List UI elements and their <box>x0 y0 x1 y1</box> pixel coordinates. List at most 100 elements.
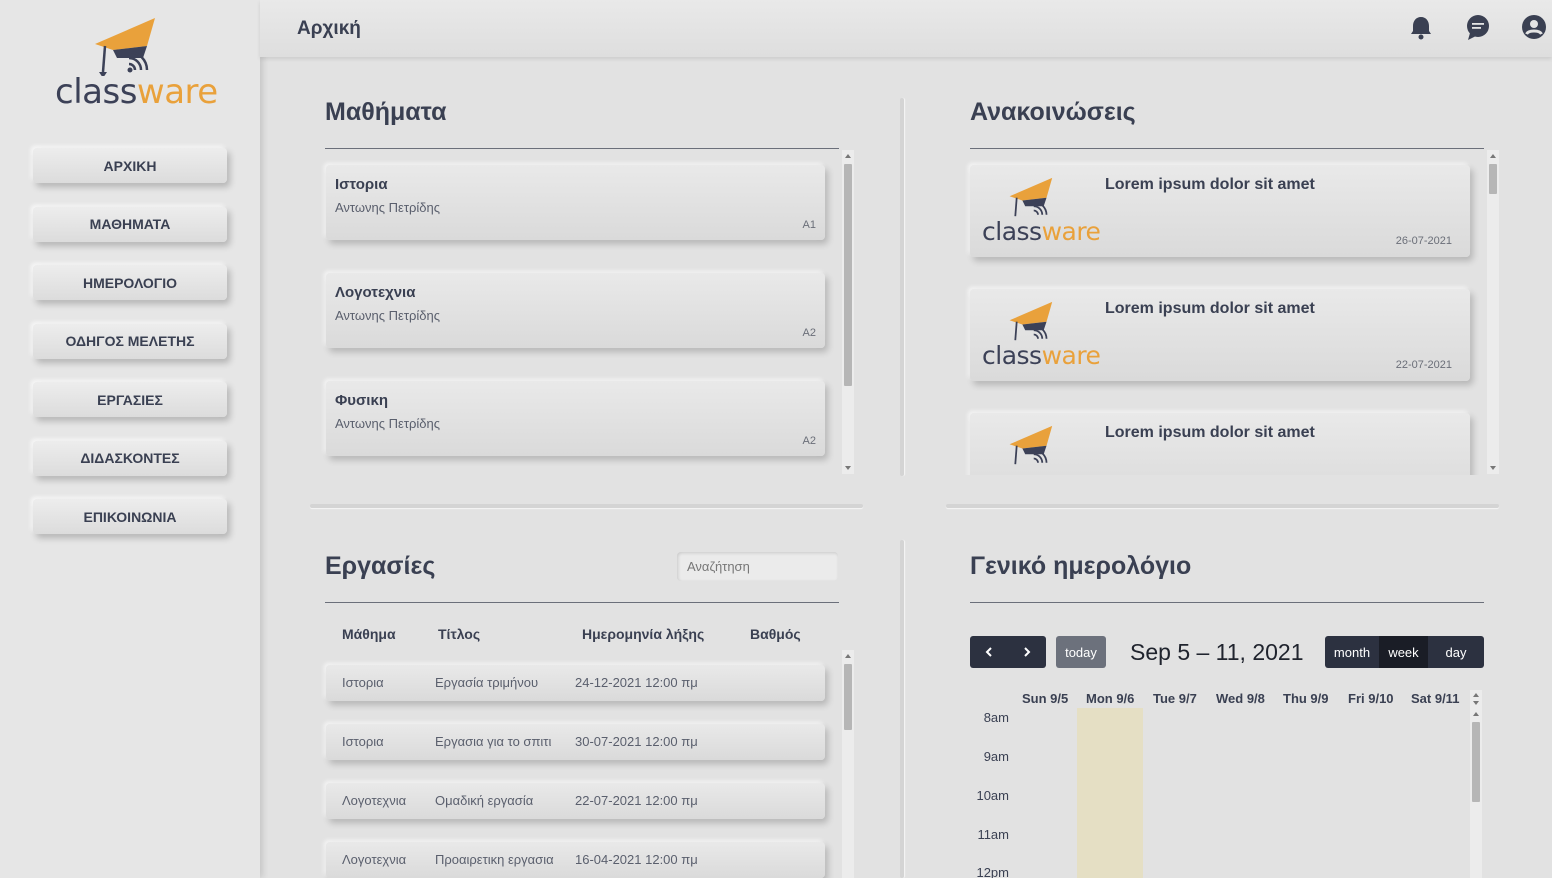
cell-title: Ομαδική εργασία <box>435 793 534 808</box>
user-account-icon[interactable] <box>1520 13 1548 41</box>
column-header-due-date[interactable]: Ημερομηνία λήξης <box>582 626 704 642</box>
chat-icon[interactable] <box>1464 13 1492 41</box>
cell-due-date: 16-04-2021 12:00 πμ <box>575 852 698 867</box>
column-header-title[interactable]: Τίτλος <box>438 626 480 642</box>
courses-scrollbar[interactable] <box>842 150 854 474</box>
announcements-scrollbar[interactable] <box>1487 150 1499 474</box>
announcement-date: 22-07-2021 <box>1395 359 1452 371</box>
graduation-cap-icon <box>95 18 155 78</box>
course-name: Φυσικη <box>335 392 388 409</box>
scroll-thumb[interactable] <box>1472 722 1480 802</box>
time-label: 11am <box>977 827 1009 842</box>
day-header: Mon 9/6 <box>1086 691 1135 706</box>
course-teacher: Αντωνης Πετρίδης <box>335 416 440 431</box>
table-row[interactable]: Ιστορια Εργασία τριμήνου 24-12-2021 12:0… <box>326 665 825 701</box>
cell-due-date: 24-12-2021 12:00 πμ <box>575 675 698 690</box>
course-class: A2 <box>802 435 816 447</box>
course-name: Ιστορια <box>335 176 388 193</box>
logo-wordmark: classware <box>55 72 218 112</box>
announcement-title: Lorem ipsum dolor sit amet <box>1105 300 1315 317</box>
graduation-cap-icon <box>1009 301 1053 341</box>
announcements-list: classware Lorem ipsum dolor sit amet 26-… <box>962 155 1482 475</box>
prev-week-button[interactable] <box>970 636 1008 668</box>
scroll-thumb[interactable] <box>844 664 852 730</box>
calendar-rule <box>970 602 1484 603</box>
cell-due-date: 22-07-2021 12:00 πμ <box>575 793 698 808</box>
classware-logo[interactable]: classware <box>55 14 218 112</box>
today-button[interactable]: today <box>1056 636 1106 668</box>
graduation-cap-icon <box>1009 177 1053 217</box>
assignments-table: Ιστορια Εργασία τριμήνου 24-12-2021 12:0… <box>320 655 840 878</box>
course-card[interactable]: Λογοτεχνια Αντωνης Πετρίδης A2 <box>326 273 825 348</box>
day-header: Fri 9/10 <box>1348 691 1394 706</box>
column-header-course[interactable]: Μάθημα <box>342 626 396 642</box>
sidebar-item-teachers[interactable]: ΔΙΔΑΣΚΟΝΤΕΣ <box>33 440 227 476</box>
view-day-button[interactable]: day <box>1428 636 1484 668</box>
sidebar-item-assignments[interactable]: ΕΡΓΑΣΙΕΣ <box>33 382 227 417</box>
scroll-down-icon[interactable] <box>1490 466 1496 470</box>
announcements-title: Ανακοινώσεις <box>970 98 1136 126</box>
course-class: A2 <box>802 327 816 339</box>
assignments-title: Εργασίες <box>325 552 436 580</box>
day-header: Thu 9/9 <box>1283 691 1329 706</box>
cell-course: Λογοτεχνια <box>342 852 407 867</box>
scroll-up-icon[interactable] <box>1473 712 1479 716</box>
announcement-title: Lorem ipsum dolor sit amet <box>1105 424 1315 441</box>
vertical-divider-top <box>900 98 904 476</box>
assignments-rule <box>325 602 839 603</box>
scroll-thumb[interactable] <box>1489 164 1497 194</box>
sidebar-item-home[interactable]: ΑΡΧΙΚΗ <box>33 148 227 183</box>
vertical-divider-bottom <box>900 540 904 878</box>
cell-course: Ιστορια <box>342 734 384 749</box>
day-header: Sun 9/5 <box>1022 691 1069 706</box>
top-header: Αρχική <box>260 0 1552 57</box>
sidebar-nav: ΑΡΧΙΚΗ ΜΑΘΗΜΑΤΑ ΗΜΕΡΟΛΟΓΙΟ ΟΔΗΓΟΣ ΜΕΛΕΤΗ… <box>33 148 227 558</box>
scroll-thumb[interactable] <box>844 164 852 386</box>
view-month-button[interactable]: month <box>1325 636 1379 668</box>
calendar-date-range: Sep 5 – 11, 2021 <box>1130 639 1304 665</box>
cell-title: Εργασία τριμήνου <box>435 675 539 690</box>
bell-icon[interactable] <box>1407 13 1435 41</box>
calendar-scrollbar[interactable] <box>1470 690 1482 878</box>
search-input[interactable] <box>677 552 838 581</box>
cell-course: Ιστορια <box>342 675 384 690</box>
announcement-card[interactable]: Lorem ipsum dolor sit amet <box>970 413 1470 475</box>
sidebar-item-courses[interactable]: ΜΑΘΗΜΑΤΑ <box>33 206 227 242</box>
scroll-up-icon[interactable] <box>1490 154 1496 158</box>
table-row[interactable]: Ιστορια Εργασια για το σπιτι 30-07-2021 … <box>326 724 825 760</box>
chevron-right-icon <box>1024 647 1031 657</box>
scroll-up-icon[interactable] <box>1473 693 1479 697</box>
cell-course: Λογοτεχνια <box>342 793 407 808</box>
course-name: Λογοτεχνια <box>335 284 416 301</box>
calendar-title: Γενικό ημερολόγιο <box>970 552 1192 580</box>
scroll-up-icon[interactable] <box>845 654 851 658</box>
course-teacher: Αντωνης Πετρίδης <box>335 200 440 215</box>
scroll-up-icon[interactable] <box>845 154 851 158</box>
column-header-grade[interactable]: Βαθμός <box>750 626 801 642</box>
announcement-card[interactable]: classware Lorem ipsum dolor sit amet 22-… <box>970 289 1470 381</box>
courses-rule <box>325 148 839 149</box>
assignments-scrollbar[interactable] <box>842 650 854 878</box>
course-card[interactable]: Ιστορια Αντωνης Πετρίδης A1 <box>326 165 825 240</box>
table-row[interactable]: Λογοτεχνια Προαιρετικη εργασια 16-04-202… <box>326 842 825 878</box>
horizontal-divider-left <box>310 504 863 508</box>
day-header: Tue 9/7 <box>1153 691 1197 706</box>
announcement-card[interactable]: classware Lorem ipsum dolor sit amet 26-… <box>970 165 1470 257</box>
sidebar-item-contact[interactable]: ΕΠΙΚΟΙΝΩΝΙΑ <box>33 499 227 534</box>
next-week-button[interactable] <box>1008 636 1046 668</box>
announcement-title: Lorem ipsum dolor sit amet <box>1105 176 1315 193</box>
cell-title: Εργασια για το σπιτι <box>435 734 552 749</box>
scroll-down-icon[interactable] <box>1473 701 1479 705</box>
sidebar-item-study-guide[interactable]: ΟΔΗΓΟΣ ΜΕΛΕΤΗΣ <box>33 323 227 359</box>
sidebar-item-calendar[interactable]: ΗΜΕΡΟΛΟΓΙΟ <box>33 265 227 300</box>
day-header: Sat 9/11 <box>1411 691 1460 706</box>
table-row[interactable]: Λογοτεχνια Ομαδική εργασία 22-07-2021 12… <box>326 783 825 819</box>
horizontal-divider-right <box>946 504 1499 508</box>
course-card[interactable]: Φυσικη Αντωνης Πετρίδης A2 <box>326 381 825 456</box>
page-title: Αρχική <box>297 18 361 39</box>
scroll-down-icon[interactable] <box>845 466 851 470</box>
chevron-left-icon <box>985 647 992 657</box>
cell-title: Προαιρετικη εργασια <box>435 852 554 867</box>
day-header: Wed 9/8 <box>1216 691 1265 706</box>
view-week-button[interactable]: week <box>1379 636 1428 668</box>
